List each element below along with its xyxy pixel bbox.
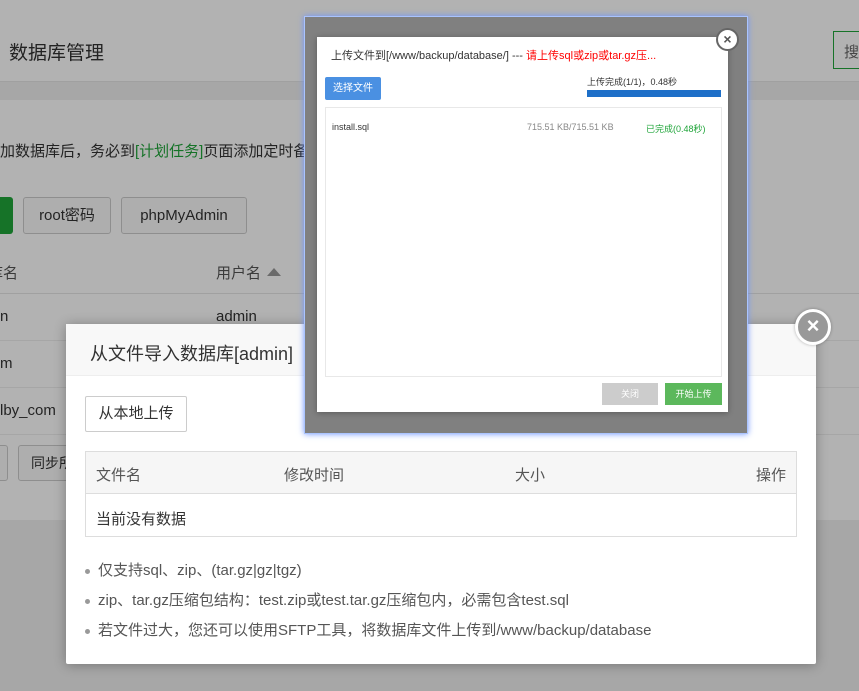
upload-progress-bar (587, 90, 721, 97)
import-file-table: 文件名 修改时间 大小 操作 当前没有数据 (85, 451, 797, 537)
upload-file-status: 已完成(0.48秒) (646, 124, 706, 134)
upload-file-name: install.sql (332, 122, 370, 132)
list-item: install.sql 715.51 KB/715.51 KB 已完成(0.48… (326, 108, 721, 134)
upload-file-list: install.sql 715.51 KB/715.51 KB 已完成(0.48… (325, 107, 722, 377)
import-table-header: 文件名 修改时间 大小 操作 (86, 452, 796, 494)
start-upload-button[interactable]: 开始上传 (665, 383, 722, 405)
import-tips: 仅支持sql、zip、(tar.gz|gz|tgz) zip、tar.gz压缩包… (85, 560, 651, 650)
upload-path: 上传文件到[/www/backup/database/] --- (331, 50, 527, 62)
local-upload-button[interactable]: 从本地上传 (85, 396, 187, 432)
upload-format-warning: 请上传sql或zip或tar.gz压... (526, 50, 657, 62)
tip-item: 若文件过大，您还可以使用SFTP工具，将数据库文件上传到/www/backup/… (85, 620, 651, 650)
upload-progress-fill (587, 90, 721, 97)
upload-progress-text: 上传完成(1/1)，0.48秒 (587, 77, 678, 87)
close-button[interactable]: 关闭 (602, 383, 658, 405)
tip-item: 仅支持sql、zip、(tar.gz|gz|tgz) (85, 560, 651, 590)
choose-file-button[interactable]: 选择文件 (325, 77, 381, 100)
close-icon[interactable]: × (716, 28, 739, 51)
upload-dialog-frame: 上传文件到[/www/backup/database/] --- 请上传sql或… (304, 16, 748, 434)
column-mtime: 修改时间 (284, 467, 345, 484)
upload-file-size: 715.51 KB/715.51 KB (527, 122, 614, 132)
close-icon[interactable]: × (795, 309, 831, 345)
column-filename: 文件名 (96, 467, 142, 484)
tip-item: zip、tar.gz压缩包结构：test.zip或test.tar.gz压缩包内… (85, 590, 651, 620)
upload-dialog: 上传文件到[/www/backup/database/] --- 请上传sql或… (317, 37, 728, 412)
empty-state: 当前没有数据 (96, 511, 187, 528)
column-action: 操作 (755, 467, 786, 484)
column-size: 大小 (515, 467, 546, 484)
upload-dialog-title: 上传文件到[/www/backup/database/] --- 请上传sql或… (331, 47, 656, 63)
